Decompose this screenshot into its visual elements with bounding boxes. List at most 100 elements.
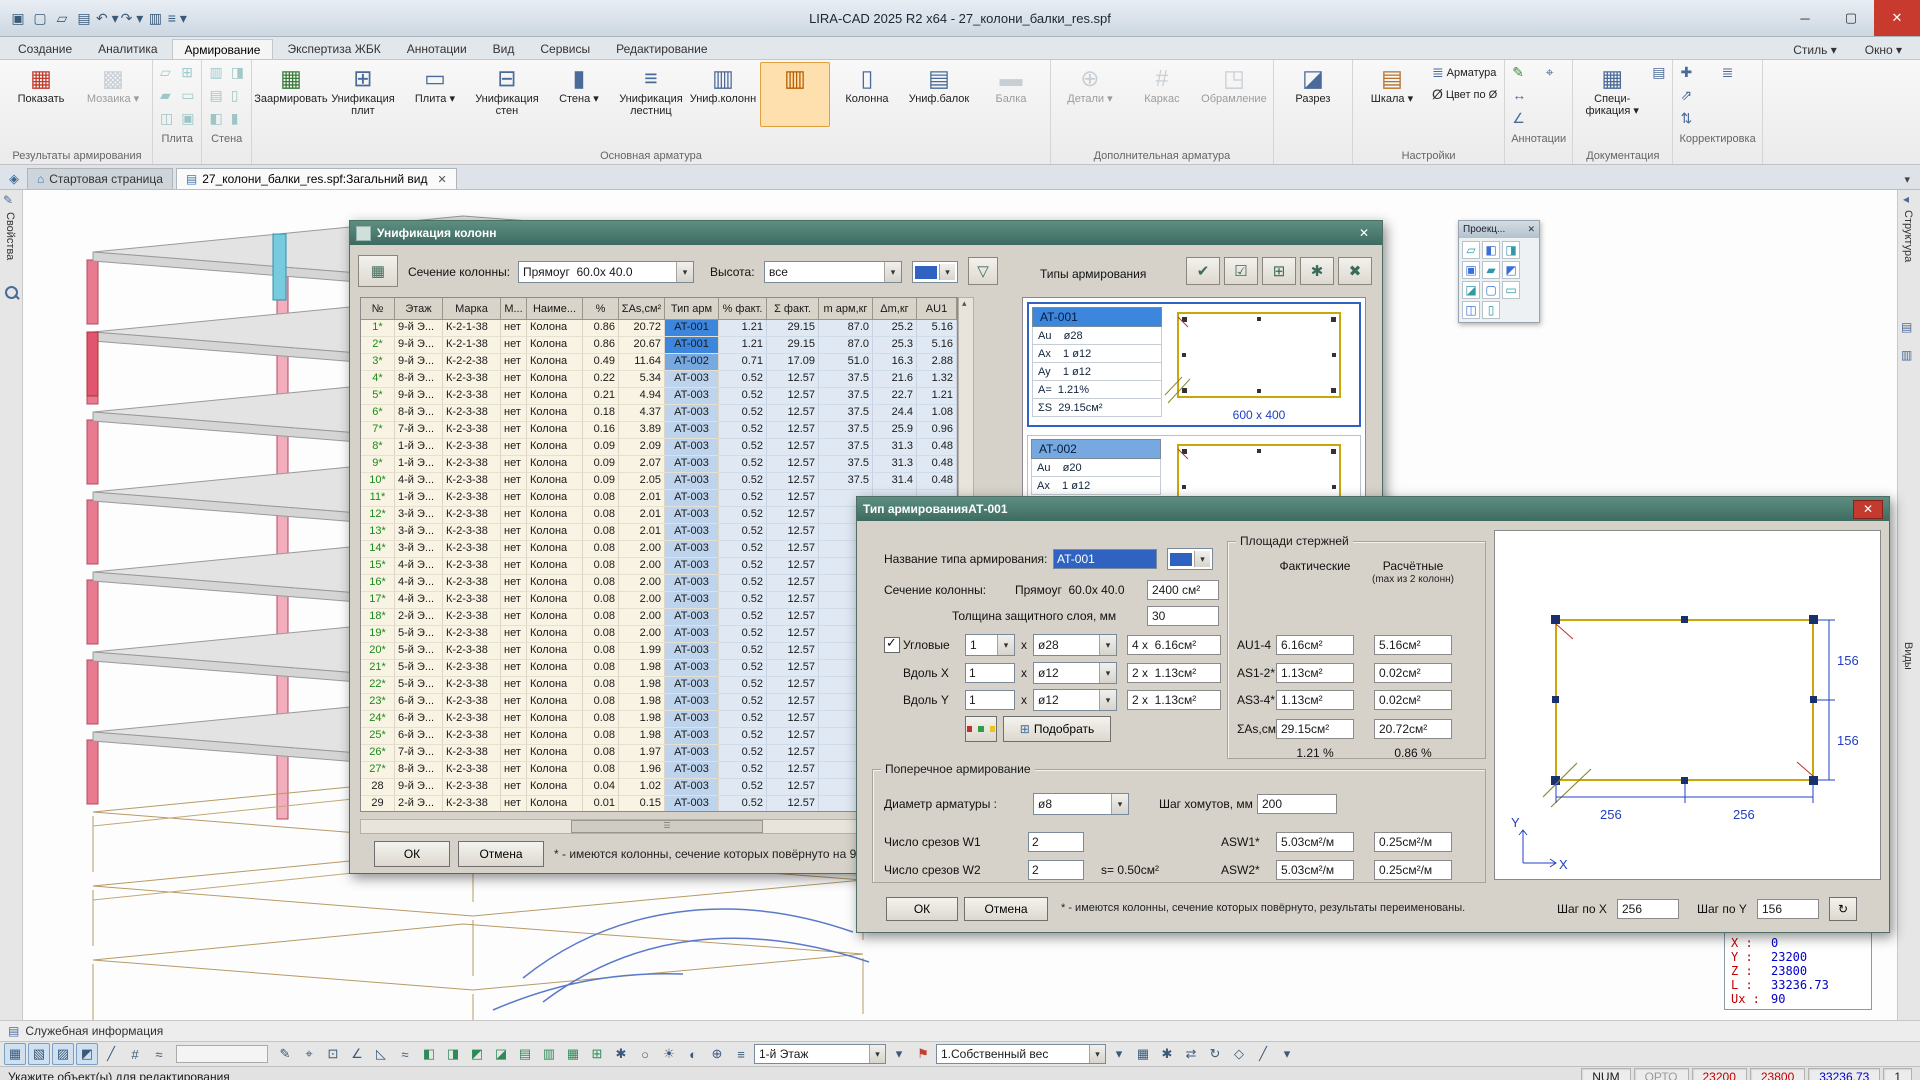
table-row[interactable]: 3*9-й Э...К-2-2-38нетКолона0.4911.64AT-0… [361,354,957,371]
loadcase-flag-icon[interactable]: ⚑ [912,1043,934,1065]
sidebar-tab-structure[interactable]: Структура [1902,210,1914,262]
ribbon-menu-2[interactable]: Окно ▾ [1853,40,1914,59]
qat-button-3[interactable]: ▱ [52,6,72,30]
ok-button[interactable]: ОК [886,897,958,921]
table-row[interactable]: 9*1-й Э...К-2-3-38нетКолона0.092.07AT-00… [361,456,957,473]
pin-icon[interactable]: ✎ [3,193,13,207]
floor-list-icon[interactable]: ≡ [730,1043,752,1065]
ribbon-button-slab-tool-4[interactable]: ⊞ [178,62,196,83]
ribbon-button-unify-slabs[interactable]: ⊞Унификация плит [328,62,398,127]
ribbon-button-move[interactable]: ✚ [1677,62,1695,83]
toolbar-icon-a3[interactable]: ▨ [52,1043,74,1065]
dialog-close-icon[interactable]: ✕ [1853,500,1883,519]
toolbar-icon-c2[interactable]: ✱ [1156,1043,1178,1065]
toolbar-icon-a7[interactable]: ≈ [148,1043,170,1065]
projection-icon-8[interactable]: ▢ [1482,281,1500,299]
scrollbar-thumb[interactable]: ☰ [571,820,763,833]
ribbon-tab-8[interactable]: Редактирование [604,39,719,59]
ribbon-button-slab-tool-6[interactable]: ▣ [178,108,197,129]
ribbon-button-reinforce[interactable]: ▦Заармировать [256,62,326,127]
projection-icon-2[interactable]: ◧ [1482,241,1500,259]
ribbon-button-slab-tool-2[interactable]: ▰ [157,85,174,106]
ribbon-button-doc-table[interactable]: ▤ [1649,62,1668,83]
maximize-button[interactable]: ▢ [1828,0,1874,36]
w1-input[interactable]: 2 [1028,832,1084,852]
toolbar-icon-b12[interactable]: ▥ [538,1043,560,1065]
toolbar-icon-b17[interactable]: ☀ [658,1043,680,1065]
ribbon-button-section-cut[interactable]: ◪Разрез [1278,62,1348,127]
ribbon-button-unify-stairs[interactable]: ≡Унификация лестниц [616,62,686,127]
qat-button-1[interactable]: ▣ [8,6,28,30]
table-row[interactable]: 10*4-й Э...К-2-3-38нетКолона0.092.05AT-0… [361,473,957,490]
qat-button-7[interactable]: ▥ [145,6,165,30]
close-tab-icon[interactable]: ✕ [438,173,447,186]
snap-step-box[interactable] [176,1045,268,1063]
toolbar-icon-b11[interactable]: ▤ [514,1043,536,1065]
ribbon-button-slab-tool-5[interactable]: ▭ [178,85,197,106]
toolbar-icon-b4[interactable]: ∠ [346,1043,368,1065]
sidebar-tab-views[interactable]: Виды [1902,642,1914,670]
loadcase-combobox[interactable]: 1.Собственный вес [936,1044,1106,1064]
ribbon-tab-6[interactable]: Вид [481,39,527,59]
toolbar-icon-b16[interactable]: ○ [634,1043,656,1065]
layers-icon[interactable]: ▥ [1901,348,1912,362]
ribbon-button-annotate-dim[interactable]: ↔ [1509,85,1529,106]
ribbon-button-annotate-pen[interactable]: ✎ [1509,62,1527,83]
service-info-icon[interactable]: ▤ [8,1024,19,1038]
qat-button-2[interactable]: ▢ [30,6,50,30]
ribbon-button-cage[interactable]: #Каркас [1127,62,1197,127]
toolbar-icon-b3[interactable]: ⊡ [322,1043,344,1065]
ribbon-button-annotate-angle[interactable]: ∠ [1509,108,1528,129]
projection-icon-7[interactable]: ◪ [1462,281,1480,299]
minimize-button[interactable]: ─ [1782,0,1828,36]
projection-icon-10[interactable]: ◫ [1462,301,1480,319]
ribbon-button-slab[interactable]: ▭Плита ▾ [400,62,470,127]
alongy-diam-combobox[interactable]: ø12 [1033,689,1117,711]
refresh-button[interactable]: ↻ [1829,897,1857,921]
section-combobox[interactable]: Прямоуг 60.0x 40.0 [518,261,694,283]
palette-close-icon[interactable]: ✕ [1527,224,1535,235]
dialog-close-icon[interactable]: ✕ [1352,226,1376,240]
ribbon-button-list-edit[interactable]: ≣ [1719,62,1737,83]
palette-button[interactable] [965,716,997,742]
add-type-button[interactable]: ⊞ [1262,257,1296,285]
table-row[interactable]: 7*7-й Э...К-2-3-38нетКолона0.163.89AT-00… [361,422,957,439]
ribbon-button-specification[interactable]: ▦Специ- фикация ▾ [1577,62,1647,127]
corner-diam-combobox[interactable]: ø28 [1033,634,1117,656]
toolbar-icon-b19[interactable]: ⊕ [706,1043,728,1065]
toolbar-icon-b8[interactable]: ◨ [442,1043,464,1065]
ribbon-button-wall-tool-4[interactable]: ◨ [228,62,247,83]
loadcase-menu-icon[interactable]: ▾ [1108,1043,1130,1065]
toolbar-icon-b1[interactable]: ✎ [274,1043,296,1065]
ribbon-tab-5[interactable]: Аннотации [395,39,479,59]
projection-icon-9[interactable]: ▭ [1502,281,1520,299]
toolbar-icon-a2[interactable]: ▧ [28,1043,50,1065]
pick-button[interactable]: ⊞Подобрать [1003,716,1111,742]
projection-icon-4[interactable]: ▣ [1462,261,1480,279]
ribbon-button-annotate-mark[interactable]: ⌖ [1543,62,1557,83]
toolbar-icon-b18[interactable]: ◐ [682,1043,704,1065]
floor-combobox[interactable]: 1-й Этаж [754,1044,886,1064]
cover-input[interactable]: 30 [1147,606,1219,626]
corner-count-combobox[interactable]: 1 [965,634,1015,656]
ok-button[interactable]: ОК [374,841,450,867]
toolbar-icon-c3[interactable]: ⇄ [1180,1043,1202,1065]
ribbon-tab-1[interactable]: Создание [6,39,84,59]
qat-button-4[interactable]: ▤ [74,6,94,30]
table-row[interactable]: 5*9-й Э...К-2-3-38нетКолона0.214.94AT-00… [361,388,957,405]
projection-icon-1[interactable]: ▱ [1462,241,1480,259]
table-row[interactable]: 8*1-й Э...К-2-3-38нетКолона0.092.09AT-00… [361,439,957,456]
apply-type-button[interactable]: ✔ [1186,257,1220,285]
close-button[interactable]: ✕ [1874,0,1920,36]
ribbon-button-scale[interactable]: ▤Шкала ▾ [1357,62,1427,127]
projection-icon-6[interactable]: ◩ [1502,261,1520,279]
ribbon-button-unify-beams[interactable]: ▤Униф.балок [904,62,974,127]
type-name-input[interactable]: AT-001 [1053,549,1157,569]
ribbon-button-slab-tool-3[interactable]: ◫ [157,108,176,129]
ribbon-button-beam[interactable]: ▬Балка [976,62,1046,127]
cancel-button[interactable]: Отмена [964,897,1048,921]
magnifier-icon[interactable] [5,286,18,299]
ribbon-button-wall[interactable]: ▮Стена ▾ [544,62,614,127]
table-row[interactable]: 1*9-й Э...К-2-1-38нетКолона0.8620.72AT-0… [361,320,957,337]
doc-nav-icon[interactable]: ◈ [4,171,24,189]
